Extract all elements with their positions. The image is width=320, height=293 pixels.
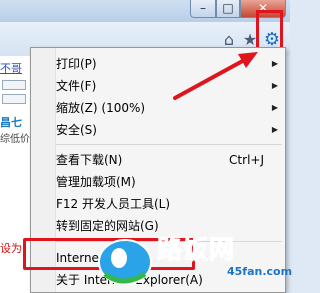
menu-item-view-downloads[interactable]: 查看下载(N) Ctrl+J — [56, 149, 282, 171]
page-heading: 昌七 — [0, 116, 22, 129]
page-link[interactable]: 不哥 — [0, 60, 22, 76]
watermark-text: 路饭网 — [156, 235, 236, 265]
menu-item-label: 文件(F) — [56, 79, 97, 93]
menu-item-file[interactable]: 文件(F) ▶ — [56, 75, 282, 97]
menu-separator — [56, 144, 282, 145]
submenu-arrow-icon: ▶ — [271, 103, 278, 112]
submenu-arrow-icon: ▶ — [271, 59, 278, 68]
minimize-button[interactable]: – — [190, 0, 216, 18]
page-text: 综低价 — [0, 134, 30, 145]
watermark-url: 45fan.com — [227, 265, 293, 278]
menu-item-manage-addons[interactable]: 管理加载项(M) — [56, 171, 282, 193]
submenu-arrow-icon: ▶ — [271, 125, 278, 134]
page-red-text: 设为 — [0, 242, 22, 255]
menu-item-print[interactable]: 打印(P) ▶ — [56, 53, 282, 75]
page-input-box — [2, 80, 26, 90]
watermark-logo-icon — [98, 239, 152, 285]
menu-item-label: 缩放(Z) (100%) — [56, 101, 146, 115]
menu-item-zoom[interactable]: 缩放(Z) (100%) ▶ — [56, 97, 282, 119]
page-input-box — [2, 94, 26, 104]
menu-item-label: 打印(P) — [56, 57, 97, 71]
menu-item-safety[interactable]: 安全(S) ▶ — [56, 119, 282, 141]
maximize-button[interactable]: □ — [216, 0, 240, 18]
gear-highlight-box — [256, 10, 283, 51]
menu-item-shortcut: Ctrl+J — [229, 153, 264, 167]
menu-item-label: 安全(S) — [56, 123, 97, 137]
menu-item-label: 管理加载项(M) — [56, 175, 136, 189]
menu-item-f12-dev-tools[interactable]: F12 开发人员工具(L) — [56, 193, 282, 215]
submenu-arrow-icon: ▶ — [271, 81, 278, 90]
menu-item-label: 查看下载(N) — [56, 153, 123, 167]
menu-item-label: F12 开发人员工具(L) — [56, 197, 171, 211]
watermark: 路饭网 45fan.com — [93, 228, 293, 293]
title-bar: – □ ✕ — [0, 0, 290, 22]
